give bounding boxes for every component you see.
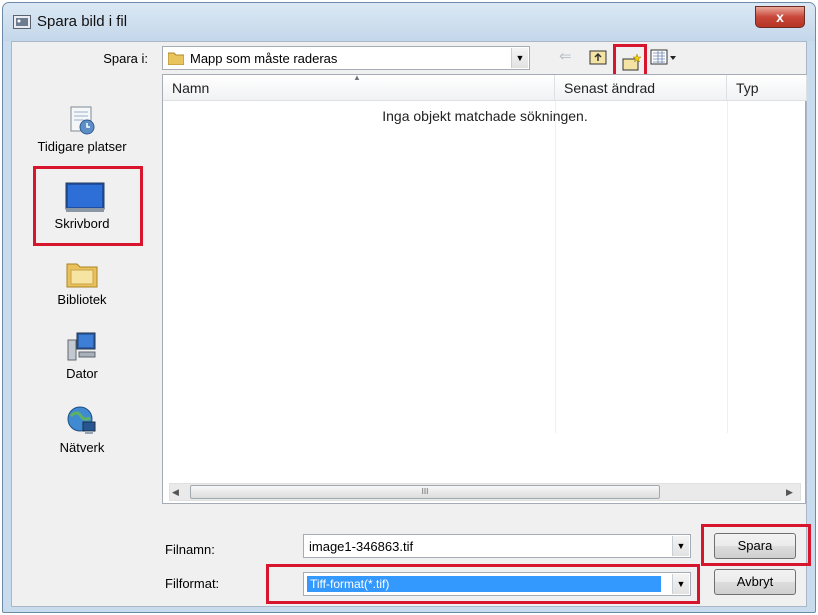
sort-up-icon: ▲ [353, 73, 361, 82]
close-icon: x [776, 9, 784, 25]
dialog-body: Spara i: Mapp som måste raderas ▼ ⇐ Tidi… [11, 41, 811, 607]
place-label-libraries: Bibliotek [57, 292, 107, 307]
new-folder-icon[interactable] [622, 53, 642, 71]
places-bar: Tidigare platser Skrivbord Bibliotek Dat… [14, 82, 154, 482]
place-network[interactable]: Nätverk [14, 404, 150, 455]
column-header-name[interactable]: Namn ▲ [163, 73, 555, 101]
file-list[interactable]: Namn ▲ Senast ändrad Typ Inga objekt mat… [162, 73, 807, 504]
cancel-button[interactable]: Avbryt [714, 569, 796, 595]
save-in-dropdown[interactable]: Mapp som måste raderas ▼ [162, 46, 530, 70]
place-recent[interactable]: Tidigare platser [14, 103, 150, 154]
views-menu-icon[interactable] [650, 48, 682, 66]
save-in-label: Spara i: [103, 51, 148, 66]
folder-icon [167, 51, 185, 66]
scroll-thumb[interactable]: III [190, 485, 660, 499]
empty-list-message: Inga objekt matchade sökningen. [382, 108, 588, 124]
format-dropdown[interactable]: Tiff-format(*.tif) ▼ [303, 572, 691, 596]
network-icon [65, 404, 99, 438]
place-label-recent: Tidigare platser [37, 139, 127, 154]
save-dialog-window: Spara bild i fil x Spara i: Mapp som mås… [2, 2, 816, 613]
horizontal-scrollbar[interactable]: ◀ III ▶ [169, 483, 801, 501]
place-computer[interactable]: Dator [14, 330, 150, 381]
place-label-network: Nätverk [59, 440, 105, 455]
computer-icon [65, 330, 99, 364]
filename-value: image1-346863.tif [309, 539, 414, 554]
filename-label: Filnamn: [165, 542, 215, 557]
place-label-computer: Dator [66, 366, 98, 381]
column-divider [727, 101, 728, 433]
back-arrow-icon[interactable]: ⇐ [559, 48, 577, 66]
format-label: Filformat: [165, 576, 220, 591]
chevron-down-icon[interactable]: ▼ [672, 536, 689, 556]
libraries-icon [65, 256, 99, 290]
grip-icon: III [421, 487, 429, 496]
format-selected-value: Tiff-format(*.tif) [307, 576, 661, 592]
recent-places-icon [65, 103, 99, 137]
scroll-left-icon[interactable]: ◀ [172, 486, 184, 498]
save-button[interactable]: Spara [714, 533, 796, 559]
scroll-right-icon[interactable]: ▶ [786, 486, 798, 498]
up-folder-icon[interactable] [588, 48, 608, 66]
window-title: Spara bild i fil [37, 13, 128, 30]
chevron-down-icon[interactable]: ▼ [511, 48, 528, 68]
current-folder-name: Mapp som måste raderas [190, 51, 338, 66]
picture-icon [13, 15, 31, 29]
column-divider [555, 101, 556, 433]
chevron-down-icon[interactable]: ▼ [672, 574, 689, 594]
desktop-highlight [33, 166, 143, 246]
place-libraries[interactable]: Bibliotek [14, 256, 150, 307]
filename-input[interactable]: image1-346863.tif ▼ [303, 534, 691, 558]
close-button[interactable]: x [755, 6, 805, 28]
title-bar: Spara bild i fil x [3, 3, 815, 41]
column-header-type[interactable]: Typ [727, 75, 807, 101]
column-header-modified[interactable]: Senast ändrad [555, 75, 727, 101]
